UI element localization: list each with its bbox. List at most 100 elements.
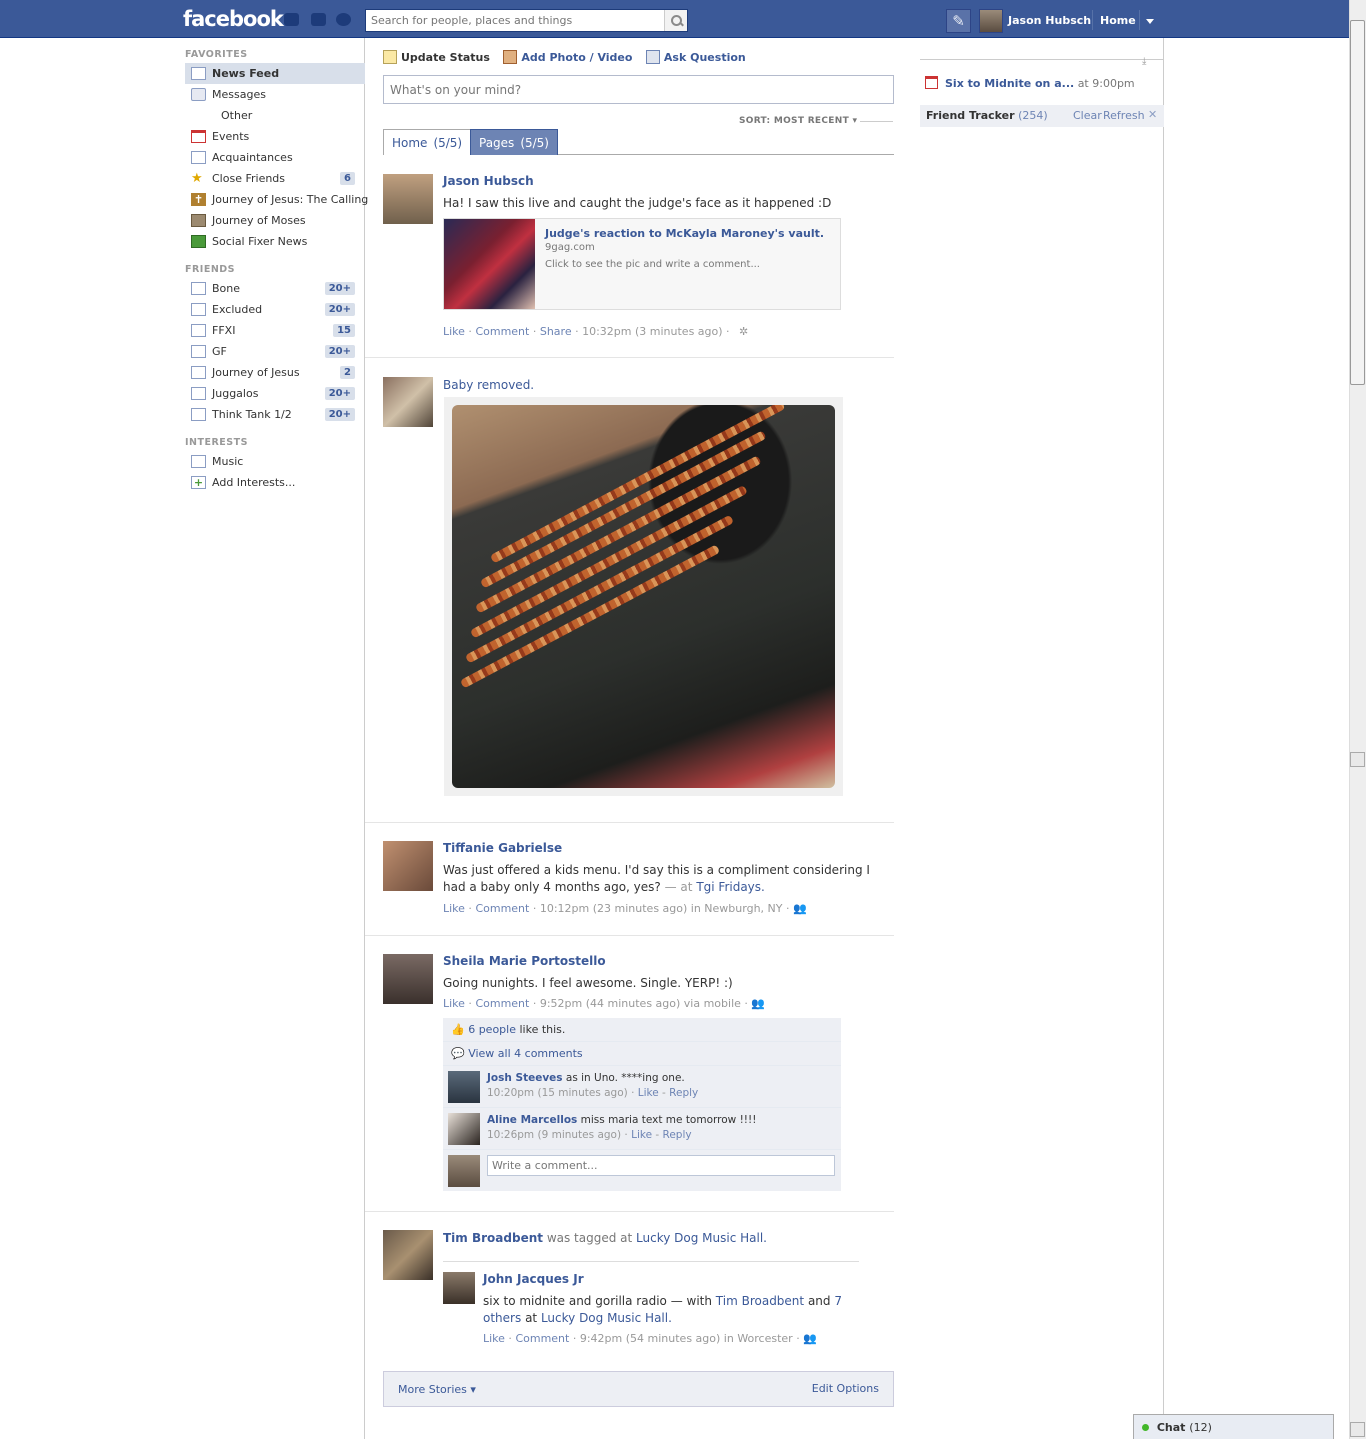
like-button[interactable]: Like — [443, 997, 465, 1010]
ask-question-button[interactable]: Ask Question — [645, 50, 746, 66]
avatar[interactable] — [383, 174, 433, 224]
edit-options-button[interactable]: Edit Options — [812, 1382, 879, 1395]
chat-bar[interactable]: Chat (12) — [1133, 1414, 1334, 1439]
friends-audience-icon[interactable]: 👥 — [803, 1332, 817, 1345]
comment-button[interactable]: Comment — [515, 1332, 569, 1345]
gear-icon[interactable]: ✲ — [739, 325, 748, 338]
avatar[interactable] — [448, 1113, 480, 1145]
avatar[interactable] — [383, 1230, 433, 1280]
download-icon[interactable]: ⤓ — [1142, 56, 1146, 67]
sidebar-item-ffxi[interactable]: FFXI 15 — [185, 320, 365, 341]
friend-tracker-label[interactable]: Friend Tracker — [926, 109, 1015, 122]
avatar[interactable] — [383, 841, 433, 891]
scroll-down-icon[interactable] — [1350, 1422, 1365, 1437]
clear-link[interactable]: Clear — [1073, 109, 1102, 122]
story-author[interactable]: Sheila Marie Portostello — [443, 954, 606, 968]
comment-author[interactable]: Aline Marcellos — [487, 1114, 577, 1126]
tagged-friend-link[interactable]: Tim Broadbent — [716, 1294, 804, 1308]
friend-requests-icon[interactable] — [284, 13, 299, 26]
avatar[interactable] — [443, 1272, 475, 1304]
like-button[interactable]: Like — [443, 902, 465, 915]
timestamp[interactable]: 10:26pm (9 minutes ago) — [487, 1129, 621, 1141]
sidebar-item-music[interactable]: Music — [185, 451, 365, 472]
sidebar-item-journey-of-jesus-calling[interactable]: ✝ Journey of Jesus: The Calling — [185, 189, 368, 210]
timestamp[interactable]: 10:12pm (23 minutes ago) in Newburgh, NY — [540, 902, 783, 915]
friends-audience-icon[interactable]: 👥 — [751, 997, 765, 1010]
like-button[interactable]: Like — [483, 1332, 505, 1345]
sidebar-item-journey-of-jesus[interactable]: Journey of Jesus 2 — [185, 362, 365, 383]
sidebar-item-social-fixer-news[interactable]: Social Fixer News — [185, 231, 365, 252]
friends-audience-icon[interactable]: 👥 — [793, 902, 807, 915]
facebook-logo[interactable]: facebook — [183, 7, 284, 31]
sidebar-item-close-friends[interactable]: ★ Close Friends 6 — [185, 168, 365, 189]
link-title[interactable]: Judge's reaction to McKayla Maroney's va… — [545, 227, 824, 240]
sidebar-item-juggalos[interactable]: Juggalos 20+ — [185, 383, 365, 404]
place-link[interactable]: Lucky Dog Music Hall. — [541, 1311, 672, 1325]
avatar[interactable] — [383, 377, 433, 427]
reply-button[interactable]: Reply — [669, 1087, 698, 1099]
sidebar-item-gf[interactable]: GF 20+ — [185, 341, 365, 362]
link-thumbnail[interactable] — [444, 219, 535, 309]
search-icon[interactable] — [664, 10, 687, 31]
photo-caption[interactable]: Baby removed. — [443, 377, 534, 394]
sidebar-item-add-interests[interactable]: + Add Interests... — [185, 472, 365, 493]
story-author[interactable]: Tiffanie Gabrielse — [443, 841, 562, 855]
like-button[interactable]: Like — [638, 1087, 659, 1099]
story-photo[interactable] — [444, 397, 843, 796]
link-attachment[interactable]: Judge's reaction to McKayla Maroney's va… — [443, 218, 841, 310]
like-button[interactable]: Like — [631, 1129, 652, 1141]
status-input[interactable]: What's on your mind? — [383, 75, 894, 104]
sidebar-item-messages[interactable]: Messages — [185, 84, 365, 105]
sidebar-item-events[interactable]: Events — [185, 126, 365, 147]
timestamp[interactable]: 10:32pm (3 minutes ago) — [582, 325, 722, 338]
notifications-globe-icon[interactable] — [336, 13, 351, 26]
profile-link[interactable]: Jason Hubsch — [1008, 14, 1091, 27]
sub-story-author[interactable]: John Jacques Jr — [483, 1272, 584, 1286]
scrollbar-thumb[interactable] — [1350, 20, 1365, 385]
likes-link[interactable]: 6 people — [468, 1023, 516, 1036]
timestamp[interactable]: 9:42pm (54 minutes ago) in Worcester — [580, 1332, 793, 1345]
comment-input[interactable]: Write a comment... — [487, 1155, 835, 1176]
story-author[interactable]: Jason Hubsch — [443, 174, 534, 188]
like-button[interactable]: Like — [443, 325, 465, 338]
sidebar-item-bone[interactable]: Bone 20+ — [185, 278, 365, 299]
share-button[interactable]: Share — [540, 325, 572, 338]
sidebar-item-other[interactable]: Other — [185, 105, 365, 126]
home-link[interactable]: Home — [1100, 14, 1136, 27]
refresh-link[interactable]: Refresh — [1103, 109, 1145, 122]
close-icon[interactable]: ✕ — [1148, 108, 1157, 121]
avatar[interactable] — [448, 1071, 480, 1103]
update-status-button[interactable]: Update Status — [383, 50, 490, 66]
timestamp[interactable]: 9:52pm (44 minutes ago) via mobile — [540, 997, 741, 1010]
sidebar-item-acquaintances[interactable]: Acquaintances — [185, 147, 365, 168]
comment-button[interactable]: Comment — [475, 325, 529, 338]
tab-pages[interactable]: Pages (5/5) — [470, 129, 558, 155]
scroll-down-icon[interactable] — [1350, 752, 1365, 767]
search-input[interactable] — [366, 10, 661, 31]
sidebar-item-excluded[interactable]: Excluded 20+ — [185, 299, 365, 320]
add-photo-button[interactable]: Add Photo / Video — [503, 50, 632, 66]
comment-button[interactable]: Comment — [475, 997, 529, 1010]
sidebar-item-journey-of-moses[interactable]: Journey of Moses — [185, 210, 365, 231]
place-link[interactable]: Tgi Fridays. — [696, 880, 765, 894]
more-stories-button[interactable]: More Stories ▾ — [398, 1383, 476, 1396]
wrench-icon[interactable]: ✎ — [946, 9, 971, 33]
view-all-comments-link[interactable]: View all 4 comments — [468, 1047, 582, 1060]
sort-dropdown[interactable]: SORT: MOST RECENT ▾ — [739, 116, 857, 126]
messages-jewel-icon[interactable] — [311, 13, 326, 26]
story-author[interactable]: Tim Broadbent — [443, 1231, 543, 1245]
avatar[interactable] — [979, 9, 1003, 33]
comment-author[interactable]: Josh Steeves — [487, 1072, 563, 1084]
others-link[interactable]: 7 — [834, 1294, 842, 1308]
place-link[interactable]: Lucky Dog Music Hall. — [636, 1231, 767, 1245]
avatar[interactable] — [383, 954, 433, 1004]
reply-button[interactable]: Reply — [663, 1129, 692, 1141]
others-link[interactable]: others — [483, 1311, 521, 1325]
sidebar-item-news-feed[interactable]: News Feed — [185, 63, 365, 84]
sidebar-item-think-tank[interactable]: Think Tank 1/2 20+ — [185, 404, 365, 425]
comment-button[interactable]: Comment — [475, 902, 529, 915]
event-link[interactable]: Six to Midnite on a... — [945, 77, 1074, 90]
tab-home[interactable]: Home (5/5) — [383, 129, 472, 155]
account-menu-chevron-down-icon[interactable] — [1146, 19, 1154, 24]
timestamp[interactable]: 10:20pm (15 minutes ago) — [487, 1087, 628, 1099]
